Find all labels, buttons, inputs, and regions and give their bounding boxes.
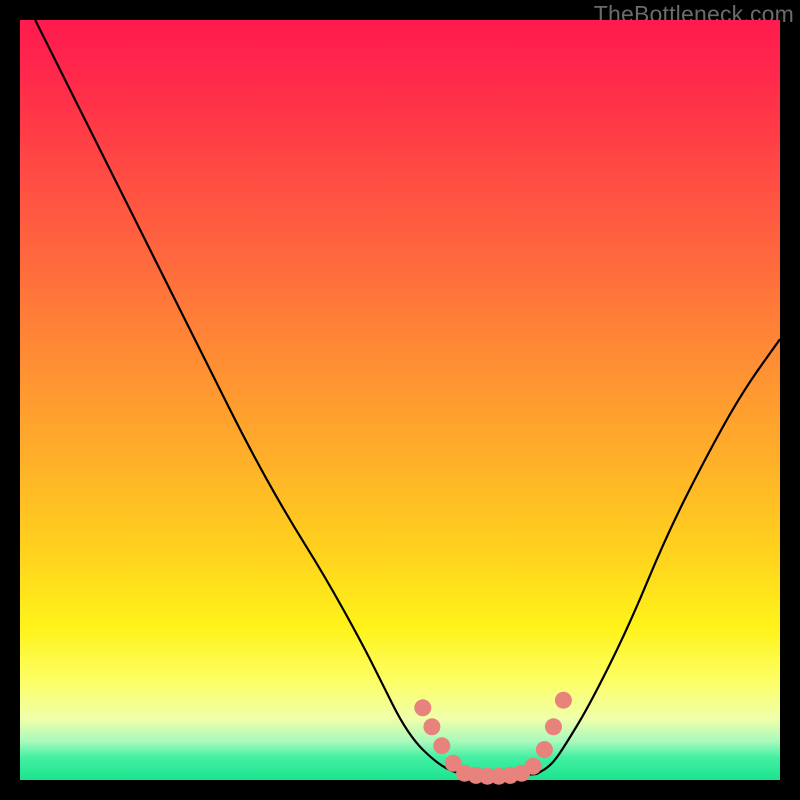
marker-dot <box>414 699 431 716</box>
chart-svg <box>20 20 780 780</box>
marker-group <box>414 692 572 785</box>
marker-dot <box>536 741 553 758</box>
marker-dot <box>433 737 450 754</box>
marker-dot <box>555 692 572 709</box>
curve-path <box>35 20 780 776</box>
plot-area <box>20 20 780 780</box>
chart-frame: TheBottleneck.com <box>0 0 800 800</box>
marker-dot <box>525 758 542 775</box>
marker-dot <box>545 718 562 735</box>
marker-dot <box>423 718 440 735</box>
